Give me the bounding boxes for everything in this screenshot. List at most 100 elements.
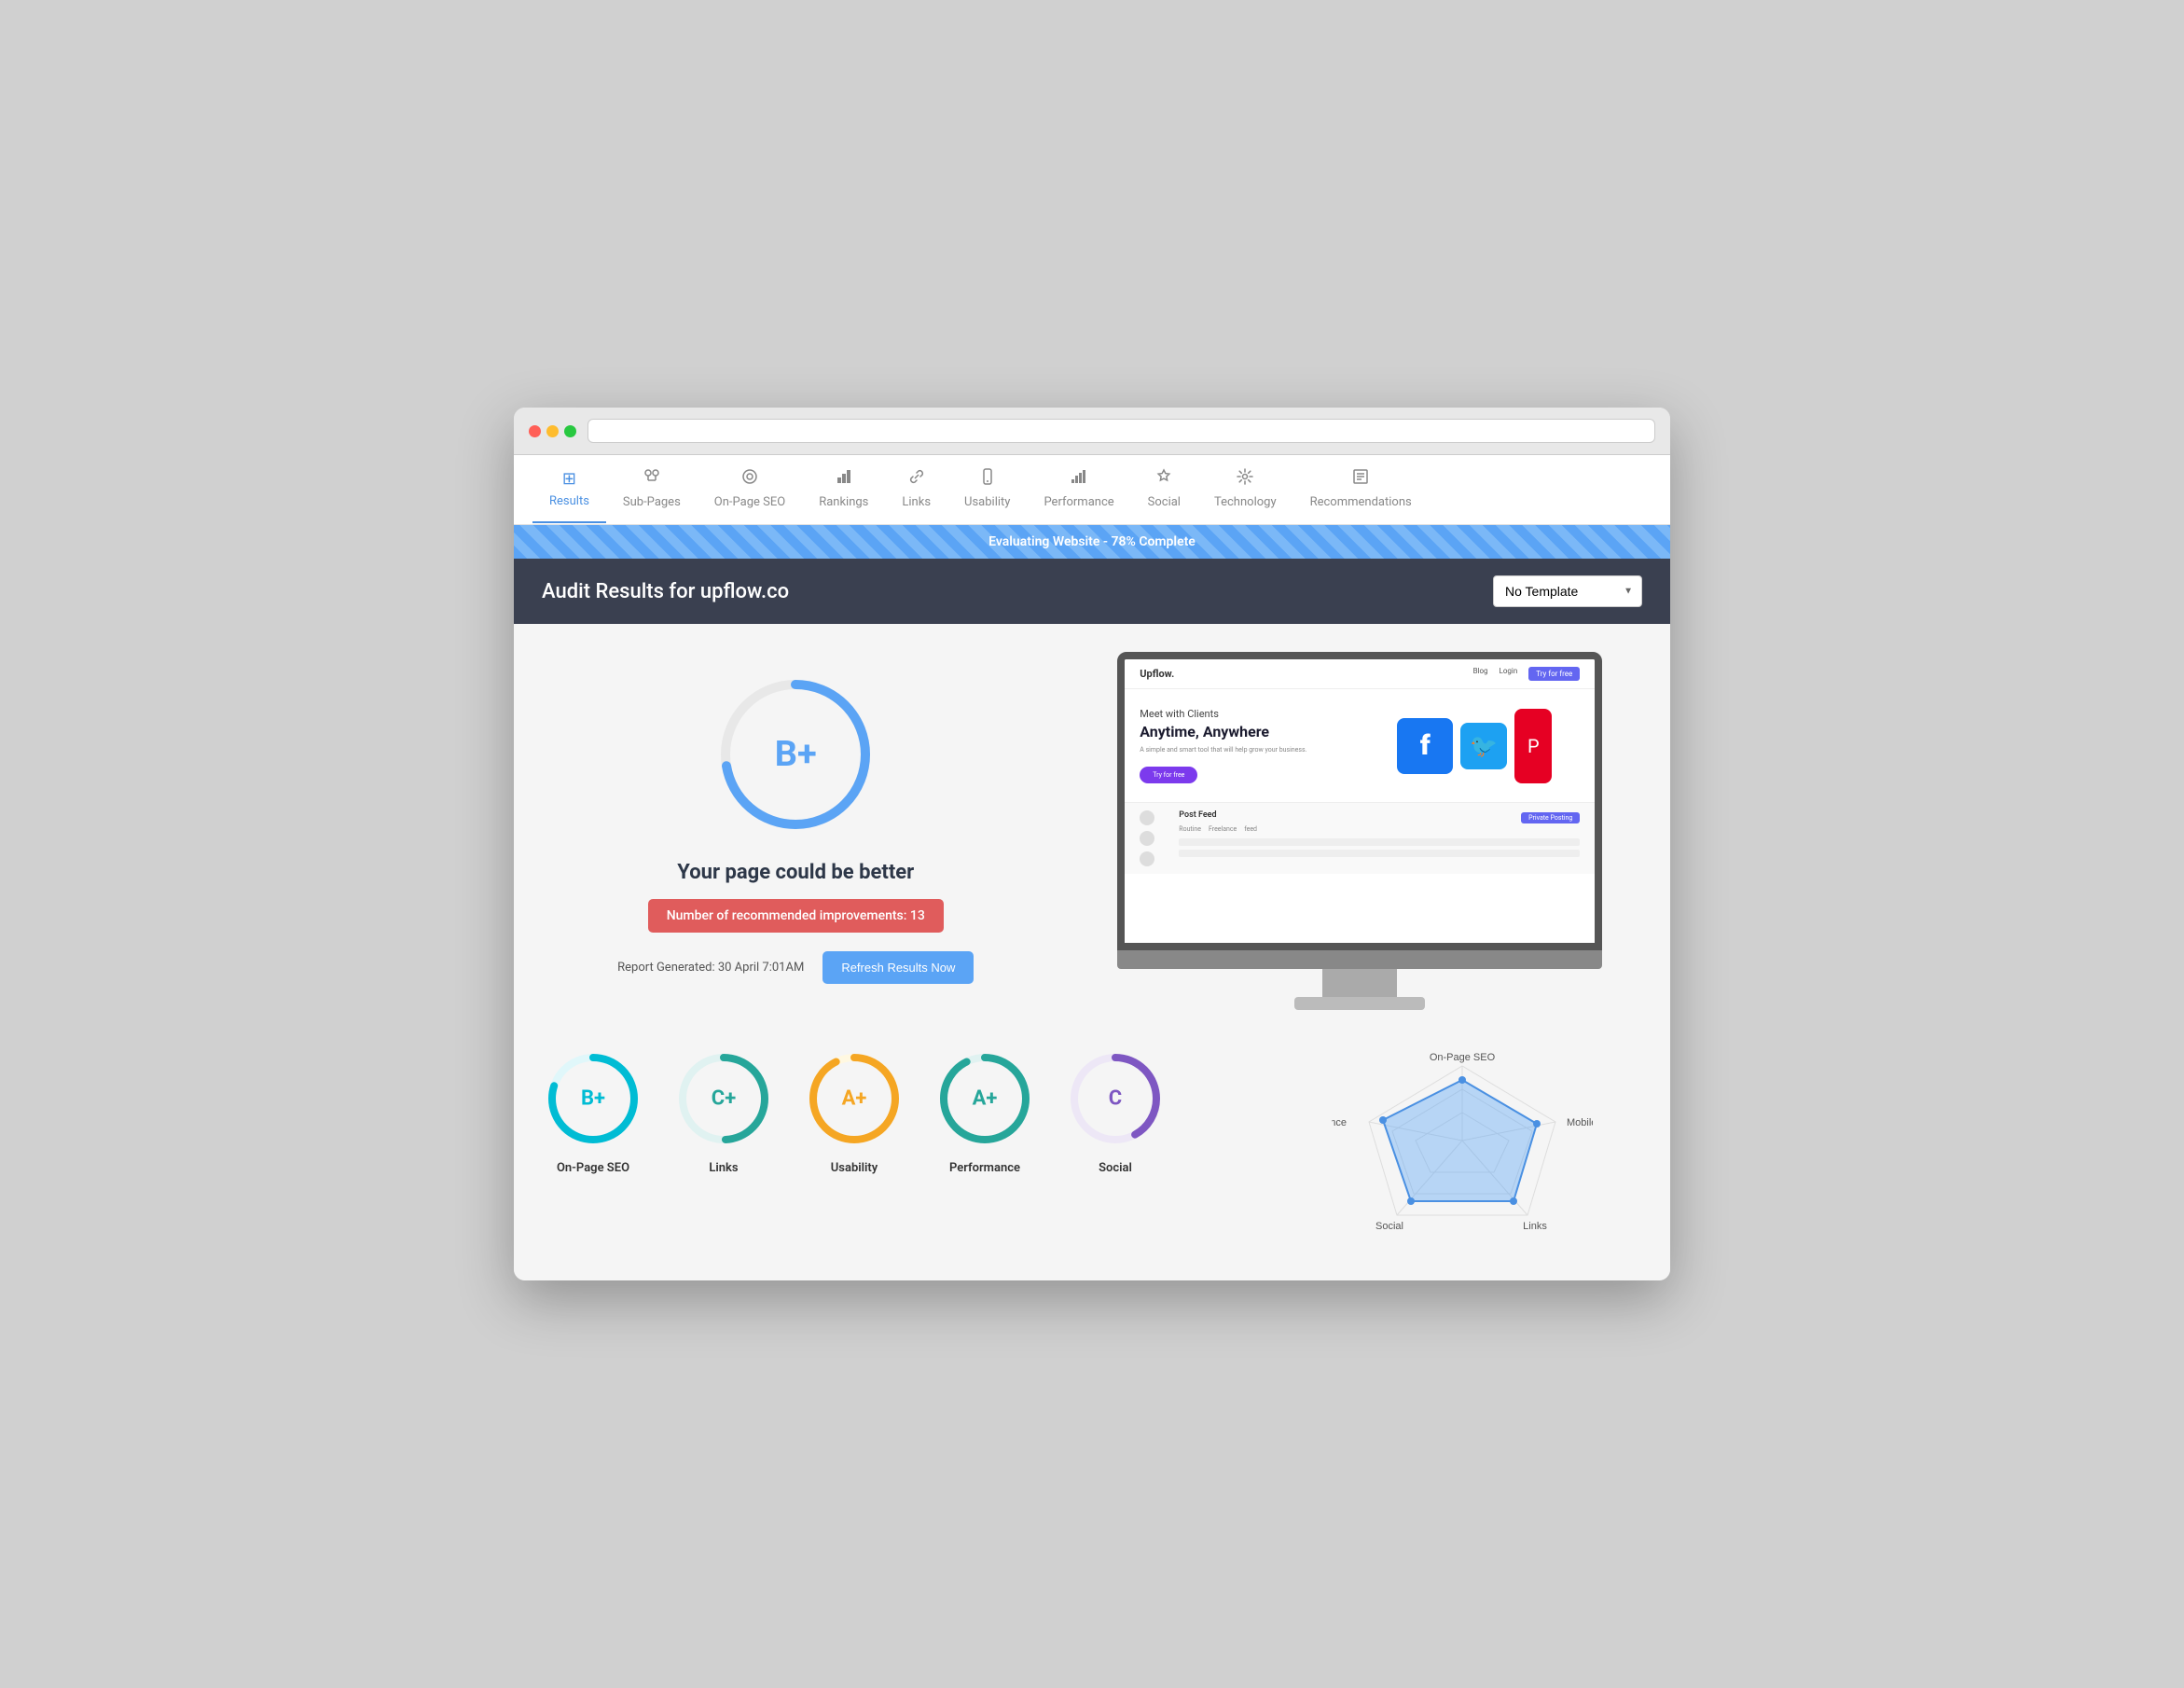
- fake-tab-routine: Routine: [1179, 825, 1201, 833]
- score-val-on-page-seo: B+: [581, 1087, 605, 1111]
- address-bar[interactable]: [587, 419, 1655, 443]
- fake-nav: Upflow. Blog Login Try for free: [1125, 659, 1595, 689]
- tab-social[interactable]: Social: [1131, 455, 1197, 524]
- tab-recommendations-label: Recommendations: [1310, 495, 1412, 509]
- monitor-stand: [1322, 969, 1397, 997]
- bottom-section: B+ On-Page SEO C+ Links: [542, 1047, 1642, 1252]
- fake-cta-btn: Try for free: [1140, 767, 1197, 783]
- tab-performance-label: Performance: [1044, 495, 1113, 509]
- tab-technology[interactable]: Technology: [1197, 455, 1293, 524]
- fake-action-btn: Private Posting: [1521, 812, 1580, 823]
- score-circle-on-page-seo: B+: [542, 1047, 644, 1150]
- fake-website: Upflow. Blog Login Try for free: [1125, 659, 1595, 943]
- score-circle-usability: A+: [803, 1047, 905, 1150]
- score-label-links: Links: [709, 1161, 738, 1175]
- tab-sub-pages[interactable]: Sub-Pages: [606, 455, 698, 524]
- rankings-icon: [836, 468, 852, 490]
- fake-sidebar-icon-3: [1140, 851, 1154, 866]
- fake-logo: Upflow.: [1140, 668, 1174, 680]
- grade-value: B+: [775, 734, 817, 775]
- fake-sidebar: [1140, 810, 1168, 866]
- fake-sidebar-icon-1: [1140, 810, 1154, 825]
- fake-sidebar-icon-2: [1140, 831, 1154, 846]
- fake-posts: [1179, 838, 1580, 857]
- score-circle-social: C: [1064, 1047, 1167, 1150]
- top-section: B+ Your page could be better Number of r…: [542, 652, 1642, 1010]
- radar-container: On-Page SEO Mobile & UI Links Social Per…: [1332, 1047, 1593, 1252]
- template-select-wrapper[interactable]: No TemplateTemplate 1Template 2: [1493, 575, 1642, 607]
- report-info: Report Generated: 30 April 7:01AM Refres…: [617, 951, 974, 984]
- fake-tab-freelance: Freelance: [1209, 825, 1237, 833]
- tab-on-page-seo-label: On-Page SEO: [714, 495, 785, 509]
- fake-hero-img: f 🐦 P: [1369, 708, 1580, 783]
- svg-text:Performance: Performance: [1332, 1117, 1347, 1128]
- tab-rankings-label: Rankings: [819, 495, 868, 509]
- fake-blog-link: Blog: [1473, 667, 1488, 681]
- progress-text: Evaluating Website - 78% Complete: [988, 534, 1196, 549]
- tab-recommendations[interactable]: Recommendations: [1293, 455, 1429, 524]
- browser-window: ⊞ Results Sub-Pages On-Page SEO: [514, 408, 1670, 1280]
- audit-title: Audit Results for upflow.co: [542, 580, 789, 603]
- website-preview: Upflow. Blog Login Try for free: [1078, 652, 1642, 1010]
- grade-section: B+ Your page could be better Number of r…: [542, 652, 1050, 1003]
- tab-usability[interactable]: Usability: [947, 455, 1027, 524]
- tab-links[interactable]: Links: [885, 455, 947, 524]
- score-item-social: C Social: [1064, 1047, 1167, 1175]
- radar-section: On-Page SEO Mobile & UI Links Social Per…: [1281, 1047, 1642, 1252]
- score-circle-links: C+: [672, 1047, 775, 1150]
- fake-hero-text: Meet with Clients Anytime, Anywhere A si…: [1140, 708, 1350, 783]
- fake-tab-feed: feed: [1244, 825, 1257, 833]
- close-button[interactable]: [529, 425, 541, 437]
- browser-chrome: [514, 408, 1670, 455]
- fake-hero-title2: Anytime, Anywhere: [1140, 723, 1350, 740]
- links-icon: [908, 468, 925, 490]
- radar-svg: On-Page SEO Mobile & UI Links Social Per…: [1332, 1047, 1593, 1252]
- svg-text:Social: Social: [1375, 1221, 1403, 1232]
- fake-content-header: Post Feed: [1179, 810, 1216, 820]
- screen-inner: Upflow. Blog Login Try for free: [1125, 659, 1595, 943]
- tab-technology-label: Technology: [1214, 495, 1277, 509]
- main-content: B+ Your page could be better Number of r…: [514, 624, 1670, 1280]
- pinterest-icon: P: [1514, 709, 1552, 783]
- fake-hero-sub: A simple and smart tool that will help g…: [1140, 746, 1350, 754]
- results-icon: ⊞: [562, 469, 576, 489]
- sub-pages-icon: [643, 468, 660, 490]
- performance-icon: [1071, 468, 1087, 490]
- maximize-button[interactable]: [564, 425, 576, 437]
- score-val-links: C+: [712, 1087, 736, 1111]
- on-page-seo-icon: [741, 468, 758, 490]
- svg-text:Mobile & UI: Mobile & UI: [1567, 1117, 1593, 1128]
- score-val-social: C: [1109, 1087, 1122, 1111]
- score-item-performance: A+ Performance: [933, 1047, 1036, 1175]
- fake-hero-title1: Meet with Clients: [1140, 708, 1350, 720]
- tab-results-label: Results: [549, 494, 589, 508]
- technology-icon: [1237, 468, 1253, 490]
- traffic-lights: [529, 425, 576, 437]
- fake-app-section: Post Feed Private Posting Routine Freela…: [1125, 802, 1595, 874]
- score-label-performance: Performance: [949, 1161, 1020, 1175]
- minimize-button[interactable]: [546, 425, 559, 437]
- monitor-base: [1294, 997, 1425, 1010]
- facebook-icon: f: [1397, 718, 1453, 774]
- overall-grade-circle: B+: [712, 671, 879, 838]
- grade-description: Your page could be better: [677, 861, 914, 884]
- score-val-usability: A+: [842, 1087, 867, 1111]
- tab-usability-label: Usability: [964, 495, 1010, 509]
- template-select[interactable]: No TemplateTemplate 1Template 2: [1493, 575, 1642, 607]
- tab-results[interactable]: ⊞ Results: [532, 456, 606, 523]
- fake-nav-links: Blog Login Try for free: [1473, 667, 1581, 681]
- tab-links-label: Links: [902, 495, 931, 509]
- monitor-chin: [1117, 950, 1602, 969]
- tab-performance[interactable]: Performance: [1027, 455, 1130, 524]
- tab-on-page-seo[interactable]: On-Page SEO: [698, 455, 802, 524]
- score-label-usability: Usability: [831, 1161, 878, 1175]
- recommendations-icon: [1352, 468, 1369, 490]
- score-item-on-page-seo: B+ On-Page SEO: [542, 1047, 644, 1175]
- fake-login-link: Login: [1500, 667, 1518, 681]
- refresh-button[interactable]: Refresh Results Now: [822, 951, 974, 984]
- score-label-on-page-seo: On-Page SEO: [557, 1161, 629, 1175]
- fake-post-2: [1179, 850, 1580, 857]
- fake-try-btn: Try for free: [1528, 667, 1580, 681]
- tab-rankings[interactable]: Rankings: [802, 455, 885, 524]
- progress-banner: Evaluating Website - 78% Complete: [514, 525, 1670, 559]
